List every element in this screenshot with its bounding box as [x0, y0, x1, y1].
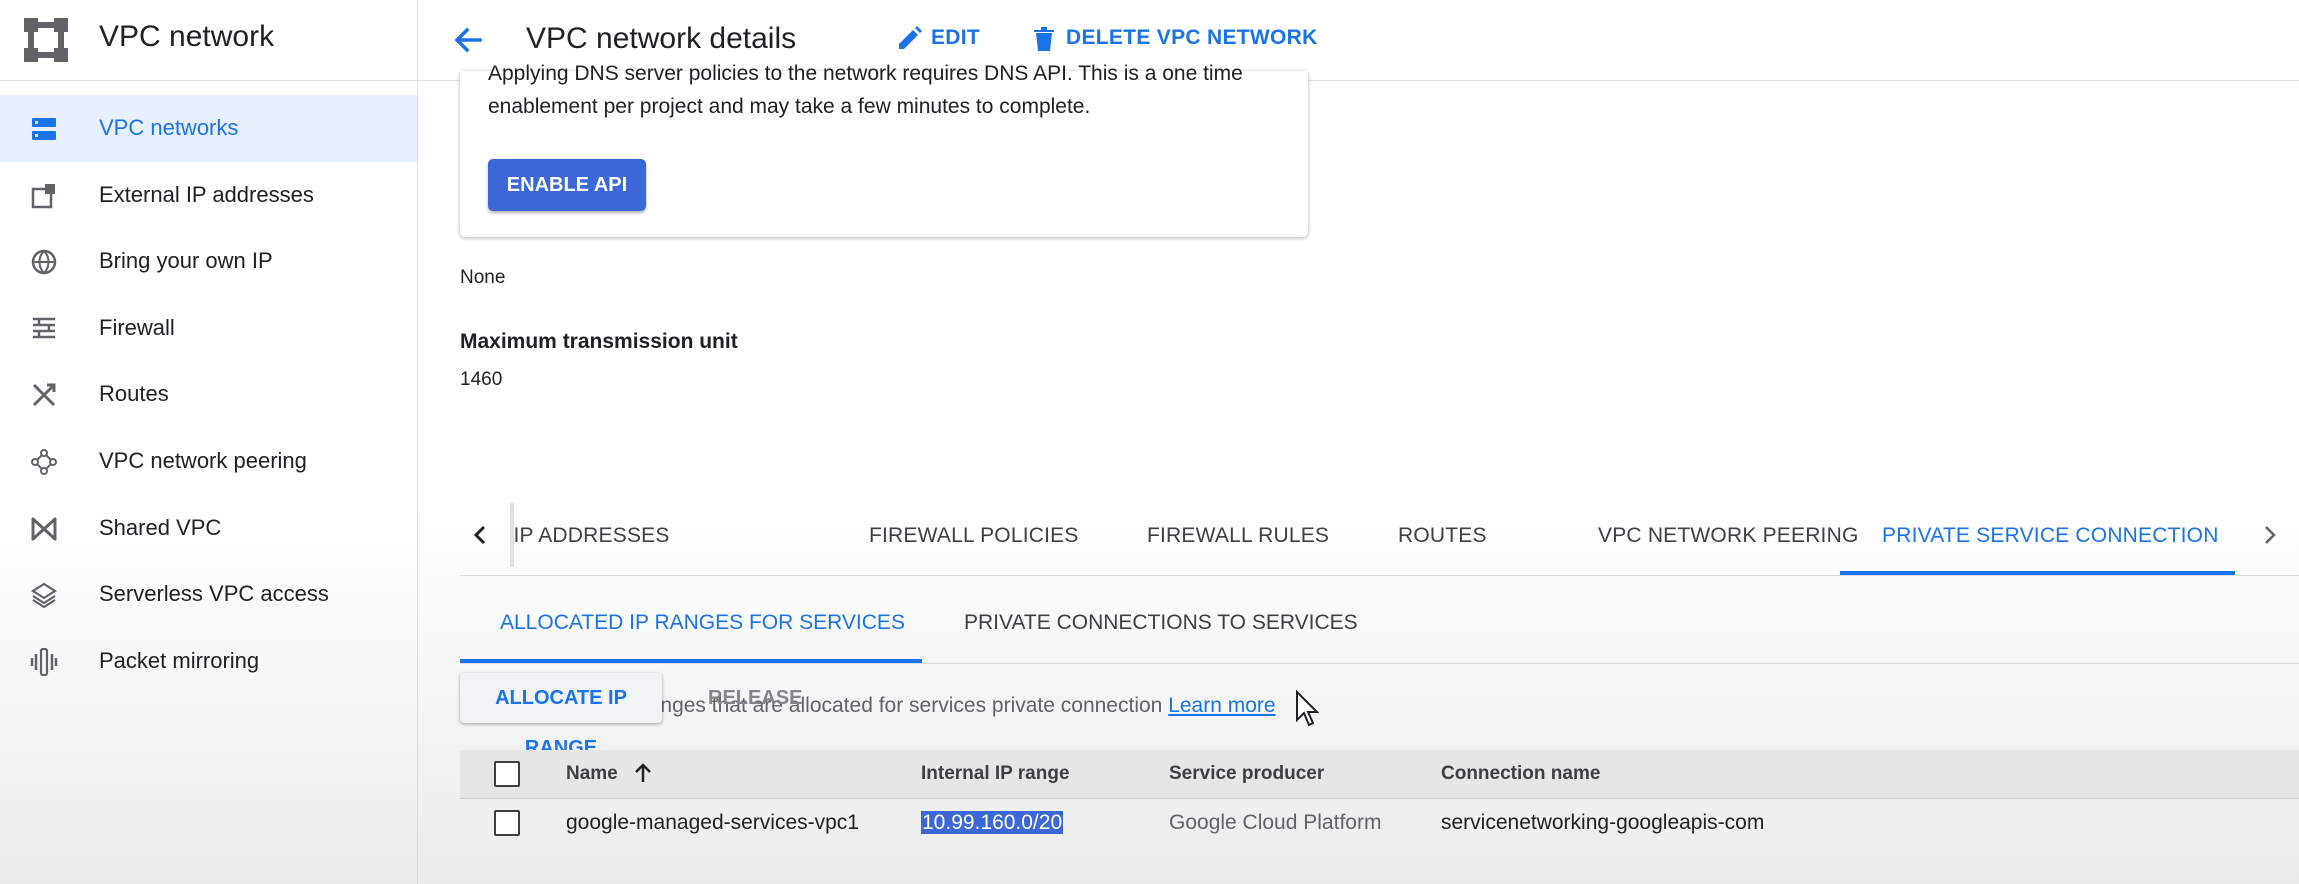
tab-firewall-policies[interactable]: FIREWALL POLICIES [869, 524, 1079, 548]
sidebar-item-label: VPC network peering [99, 447, 307, 473]
sidebar-item-vpc-network-peering[interactable]: VPC network peering [0, 428, 417, 495]
table-header: Name Internal IP range Service producer … [460, 750, 2299, 799]
edit-button-label: EDIT [931, 26, 981, 49]
sidebar-item-label: Routes [99, 381, 169, 407]
external-ip-icon [31, 183, 55, 208]
sidebar-item-external-ip-addresses[interactable]: External IP addresses [0, 162, 417, 229]
packet-mirroring-icon [30, 647, 58, 676]
tab-vpc-network-peering[interactable]: VPC NETWORK PEERING [1598, 524, 1859, 548]
column-header-label: Name [566, 763, 618, 784]
tab-firewall-rules[interactable]: FIREWALL RULES [1147, 524, 1329, 548]
column-header-internal-ip-range[interactable]: Internal IP range [921, 763, 1070, 785]
sidebar-item-label: VPC networks [99, 115, 239, 140]
dns-api-card: Applying DNS server policies to the netw… [460, 62, 1308, 237]
enable-api-button[interactable]: ENABLE API [488, 159, 646, 211]
learn-more-link[interactable]: Learn more [1168, 694, 1275, 717]
product-header: VPC network [0, 0, 417, 81]
sidebar-item-serverless-vpc-access[interactable]: Serverless VPC access [0, 561, 417, 628]
tab-private-service-connection[interactable]: PRIVATE SERVICE CONNECTION [1882, 524, 2219, 548]
tab-allocated-ip-ranges[interactable]: ALLOCATED IP RANGES FOR SERVICES [500, 611, 905, 635]
sidebar-item-vpc-networks[interactable]: VPC networks [0, 95, 417, 162]
row-checkbox[interactable] [494, 810, 520, 836]
column-header-name[interactable]: Name [566, 763, 651, 785]
sidebar-item-shared-vpc[interactable]: Shared VPC [0, 495, 417, 562]
mtu-label: Maximum transmission unit [460, 330, 738, 353]
tab-routes[interactable]: ROUTES [1398, 524, 1487, 548]
column-header-service-producer[interactable]: Service producer [1169, 763, 1324, 785]
page-title: VPC network details [526, 22, 797, 55]
release-button[interactable]: RELEASE [708, 673, 802, 723]
selected-ip-text: 10.99.160.0/20 [921, 811, 1064, 834]
sidebar-item-packet-mirroring[interactable]: Packet mirroring [0, 628, 417, 695]
sidebar-item-label: Packet mirroring [99, 647, 260, 673]
column-header-connection-name[interactable]: Connection name [1441, 763, 1600, 785]
sidebar-item-bring-your-own-ip[interactable]: Bring your own IP [0, 228, 417, 295]
routes-icon [32, 383, 56, 407]
delete-button-label: DELETE VPC NETWORK [1066, 26, 1318, 49]
cell-service-producer: Google Cloud Platform [1169, 811, 1382, 834]
sort-ascending-icon [635, 763, 651, 782]
sidebar-item-label: External IP addresses [99, 181, 314, 207]
active-tab-indicator [1840, 571, 2235, 575]
tab-private-connections[interactable]: PRIVATE CONNECTIONS TO SERVICES [964, 611, 1358, 635]
tab-label: STATIC INTERNAL IP ADDRESSES [512, 524, 670, 547]
sidebar-item-label: Firewall [99, 314, 175, 340]
serverless-icon [30, 582, 58, 609]
sidebar-item-routes[interactable]: Routes [0, 361, 417, 428]
vpc-networks-icon [32, 118, 56, 140]
shared-vpc-icon [31, 517, 57, 541]
pencil-icon [899, 26, 922, 49]
cell-ip-range: 10.99.160.0/20 [921, 811, 1064, 835]
active-subtab-indicator [460, 659, 922, 663]
tab-static-internal-ip-addresses[interactable]: STATIC INTERNAL IP ADDRESSES [512, 495, 790, 574]
sidebar-item-label: Bring your own IP [99, 248, 273, 274]
edit-button[interactable]: EDIT [895, 26, 995, 56]
vpc-network-logo-icon [24, 18, 68, 62]
product-title: VPC network [99, 20, 275, 53]
peering-icon [31, 448, 57, 475]
mtu-value: 1460 [460, 369, 503, 390]
cell-name: google-managed-services-vpc1 [566, 811, 859, 834]
detail-tabs: STATIC INTERNAL IP ADDRESSES FIREWALL PO… [460, 495, 2299, 576]
main-content: Applying DNS server policies to the netw… [418, 62, 2299, 884]
delete-vpc-network-button[interactable]: DELETE VPC NETWORK [1030, 26, 1330, 56]
chevron-left-icon[interactable] [462, 517, 498, 553]
trash-icon [1034, 27, 1054, 51]
cell-connection-name: servicenetworking-googleapis-com [1441, 811, 1765, 834]
sidebar-item-label: Shared VPC [99, 514, 222, 540]
sidebar-item-label: Serverless VPC access [99, 581, 329, 607]
chevron-right-icon[interactable] [2252, 517, 2288, 553]
allocate-ip-range-button[interactable]: ALLOCATE IP RANGE [460, 673, 662, 759]
sub-tabs: ALLOCATED IP RANGES FOR SERVICES PRIVATE… [460, 584, 2299, 664]
tab-scroll-edge [510, 503, 514, 567]
sidebar-item-firewall[interactable]: Firewall [0, 295, 417, 362]
globe-icon [31, 249, 57, 275]
table-row[interactable]: google-managed-services-vpc1 10.99.160.0… [460, 798, 2299, 848]
sidebar: VPC network VPC networks External IP add… [0, 0, 418, 884]
sidebar-nav: VPC networks External IP addresses Bring… [0, 95, 417, 694]
select-all-checkbox[interactable] [494, 761, 520, 787]
back-arrow-icon[interactable] [448, 20, 488, 60]
dns-policy-value: None [460, 267, 506, 288]
firewall-icon [33, 317, 55, 339]
dns-api-message: Applying DNS server policies to the netw… [488, 62, 1243, 118]
mouse-pointer-icon [1296, 690, 1320, 727]
